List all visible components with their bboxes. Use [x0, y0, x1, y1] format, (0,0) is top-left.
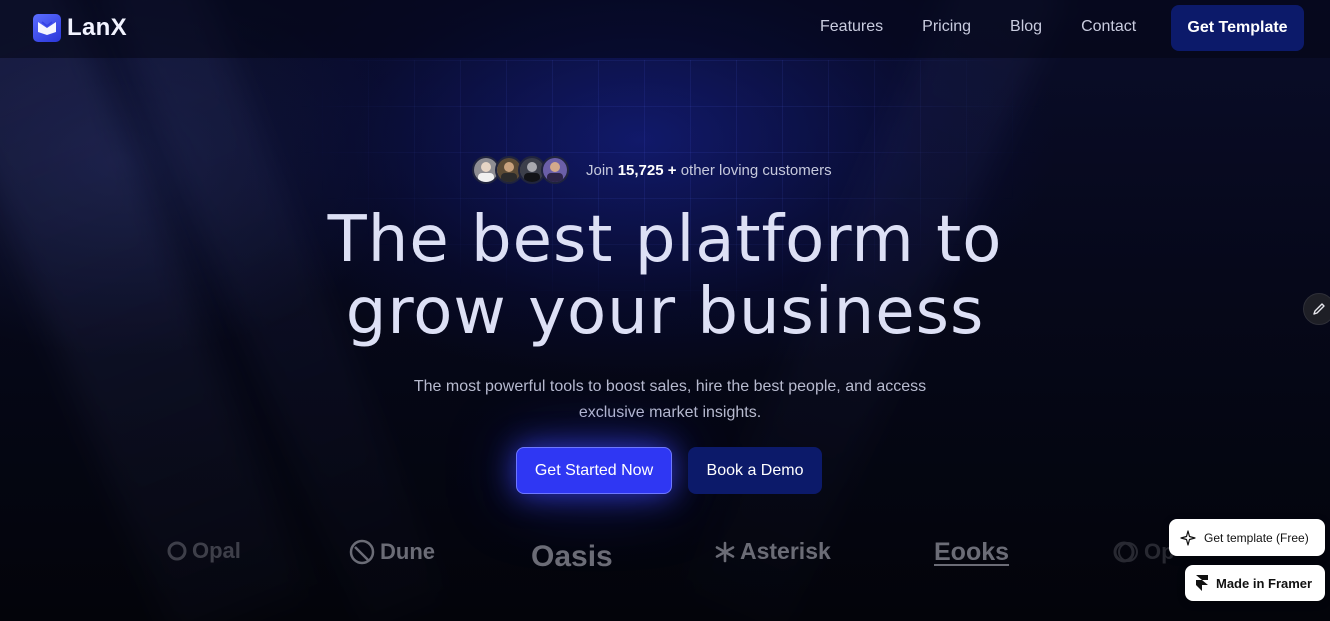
pencil-icon: [1313, 303, 1325, 315]
nav-link-pricing[interactable]: Pricing: [922, 18, 971, 36]
brand-logo[interactable]: LanX: [33, 14, 127, 42]
logo-dune-text: Dune: [380, 539, 435, 564]
get-template-free-badge[interactable]: Get template (Free): [1169, 519, 1325, 556]
logo-opal: Opal: [166, 538, 241, 564]
avatar: [541, 156, 569, 184]
nav-link-blog[interactable]: Blog: [1010, 18, 1042, 36]
nav-links: Features Pricing Blog Contact: [820, 18, 1175, 36]
book-demo-button[interactable]: Book a Demo: [688, 447, 822, 494]
framer-badge-label: Made in Framer: [1216, 575, 1313, 591]
partial-logo-icon: [1113, 541, 1138, 563]
nav-link-features[interactable]: Features: [820, 18, 883, 36]
sparkle-icon: [1180, 529, 1196, 546]
edit-button[interactable]: [1303, 293, 1330, 325]
brand-name: LanX: [67, 14, 127, 41]
logo-dune: Dune: [348, 538, 435, 566]
get-template-button[interactable]: Get Template: [1171, 5, 1304, 51]
template-badge-label: Get template (Free): [1204, 530, 1309, 545]
get-started-button[interactable]: Get Started Now: [516, 447, 672, 494]
logo-books-text: Eooks: [934, 538, 1010, 566]
customer-count: 15,725 +: [617, 161, 677, 179]
subtitle-line-2: exclusive market insights.: [578, 404, 762, 421]
hero-subtitle: The most powerful tools to boost sales, …: [390, 374, 950, 426]
dune-icon: [349, 539, 375, 565]
social-proof: Join 15,725 + other loving customers: [472, 155, 832, 185]
logo-opal-text: Opal: [192, 538, 241, 563]
social-prefix: Join: [586, 161, 614, 179]
hero-headline: The best platform to grow your business: [240, 204, 1090, 348]
social-proof-text: Join 15,725 + other loving customers: [586, 162, 832, 179]
asterisk-icon: [715, 541, 735, 562]
customer-avatars: [472, 156, 569, 184]
social-suffix: other loving customers: [680, 161, 832, 179]
headline-line-2: grow your business: [345, 275, 985, 349]
made-in-framer-badge[interactable]: Made in Framer: [1185, 565, 1325, 601]
logo-books: Eooks: [934, 538, 1009, 567]
logo-asterisk-text: Asterisk: [740, 538, 831, 564]
lanx-logo-icon: [33, 14, 61, 42]
nav-link-contact[interactable]: Contact: [1081, 18, 1136, 36]
logo-asterisk: Asterisk: [714, 538, 831, 565]
subtitle-line-1: The most powerful tools to boost sales, …: [413, 378, 927, 395]
logo-oasis-text: Oasis: [531, 540, 613, 573]
logo-oasis: Oasis: [531, 540, 613, 574]
framer-icon: [1196, 575, 1208, 591]
top-navbar: LanX Features Pricing Blog Contact Get T…: [0, 0, 1330, 58]
headline-line-1: The best platform to: [327, 203, 1003, 277]
opal-icon: [167, 541, 187, 561]
logo-partial: Op: [1112, 538, 1175, 566]
